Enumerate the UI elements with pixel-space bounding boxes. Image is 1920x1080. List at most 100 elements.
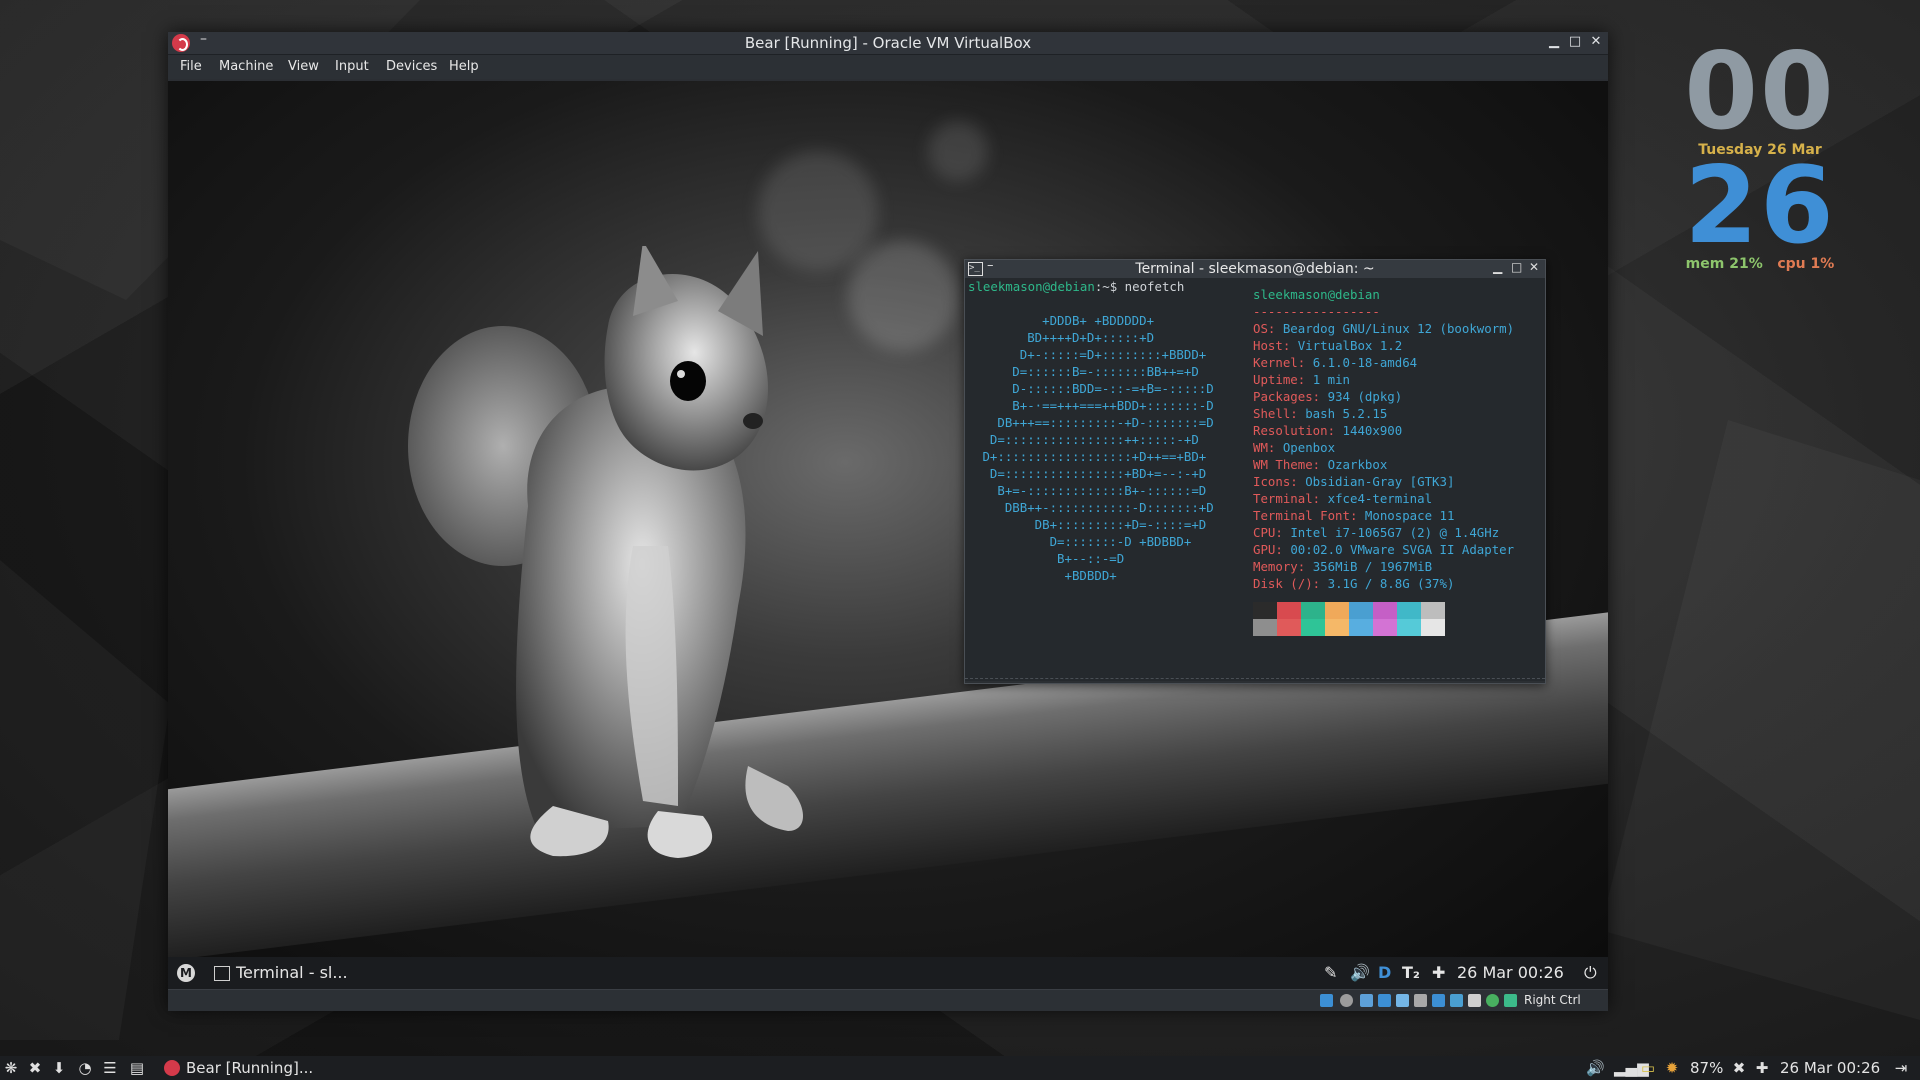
clock-minute: 26 xyxy=(1684,144,1836,267)
info-key: OS: xyxy=(1253,321,1283,336)
info-line: CPU: Intel i7-1065G7 (2) @ 1.4GHz xyxy=(1253,524,1514,541)
pen-icon[interactable]: ✎ xyxy=(1324,963,1337,982)
info-key: Terminal Font: xyxy=(1253,508,1365,523)
recording-icon[interactable] xyxy=(1450,994,1463,1007)
neofetch-user-host: sleekmason@debian xyxy=(1253,287,1380,302)
menu-devices[interactable]: Devices xyxy=(386,59,437,74)
minimize-button[interactable]: ▁ xyxy=(1546,34,1562,50)
menu-help[interactable]: Help xyxy=(449,59,479,74)
shared-folders-icon[interactable] xyxy=(1414,994,1427,1007)
mouse-integration-icon[interactable] xyxy=(1468,994,1481,1007)
logout-icon[interactable]: ⇥ xyxy=(1893,1060,1909,1076)
hard-disk-icon[interactable] xyxy=(1320,994,1333,1007)
paw-menu-icon[interactable]: ❋ xyxy=(3,1060,19,1076)
dropbox-icon[interactable]: D xyxy=(1378,963,1391,982)
palette-swatch xyxy=(1421,619,1445,636)
logo-line: DBB++-:::::::::::-D:::::::+D xyxy=(975,500,1214,515)
palette-swatch xyxy=(1421,602,1445,619)
wallpaper-shard xyxy=(0,560,170,1040)
virtualbox-window: – Bear [Running] - Oracle VM VirtualBox … xyxy=(168,31,1608,1011)
info-line: Shell: bash 5.2.15 xyxy=(1253,405,1514,422)
maximize-button[interactable]: □ xyxy=(1567,34,1583,50)
bokeh-light xyxy=(928,121,988,181)
logo-line: D=::::::B=-:::::::BB++=+D xyxy=(975,364,1199,379)
logo-line: D+-:::::=D+::::::::+BBDD+ xyxy=(975,347,1207,362)
info-value: Ozarkbox xyxy=(1327,457,1388,472)
info-key: Shell: xyxy=(1253,406,1306,421)
neofetch-info: OS: Beardog GNU/Linux 12 (bookworm) Host:… xyxy=(1253,320,1514,592)
terminal-titlebar[interactable]: >_ – Terminal - sleekmason@debian: ~ ▁ □… xyxy=(965,258,1545,278)
info-value: Beardog GNU/Linux 12 (bookworm) xyxy=(1282,321,1515,336)
palette-swatch xyxy=(1301,619,1325,636)
window-title: Bear [Running] - Oracle VM VirtualBox xyxy=(744,34,1032,52)
audio-icon[interactable] xyxy=(1360,994,1373,1007)
palette-swatch xyxy=(1349,619,1373,636)
cpu-label: cpu xyxy=(1777,256,1806,272)
tools-tray-icon[interactable]: ✖ xyxy=(1731,1060,1747,1076)
close-button[interactable]: ✕ xyxy=(1588,34,1604,50)
info-key: Uptime: xyxy=(1253,372,1313,387)
virtualization-icon[interactable] xyxy=(1486,994,1499,1007)
terminal-task-icon xyxy=(214,966,230,981)
palette-swatch xyxy=(1277,602,1301,619)
host-clock[interactable]: 26 Mar 00:26 xyxy=(1780,1059,1880,1077)
add-icon[interactable]: ✚ xyxy=(1432,963,1445,982)
terminal-border xyxy=(965,678,1545,679)
info-value: 3.1G / 8.8G (37%) xyxy=(1327,576,1455,591)
taskbar-item-bear[interactable]: Bear [Running]... xyxy=(186,1059,313,1077)
add-icon[interactable]: ✚ xyxy=(1754,1060,1770,1076)
minimize-button[interactable]: ▁ xyxy=(1493,260,1502,274)
usb-icon[interactable] xyxy=(1396,994,1409,1007)
info-key: GPU: xyxy=(1253,542,1291,557)
guest-clock[interactable]: 26 Mar 00:26 xyxy=(1457,963,1564,982)
logo-line: BD++++D+D+:::::+D xyxy=(975,330,1155,345)
conky-widget: 00 Tuesday 26 Mar 26 mem 21% cpu 1% xyxy=(1680,39,1840,273)
neofetch-separator: ----------------- xyxy=(1253,304,1380,319)
taskbar-item-terminal[interactable]: Terminal - sl... xyxy=(236,963,348,982)
download-icon[interactable]: ⬇ xyxy=(51,1060,67,1076)
browser-icon[interactable]: ◔ xyxy=(77,1060,93,1076)
signal-icon[interactable]: ▂▄▆ xyxy=(1614,1060,1649,1076)
battery-icon[interactable]: ▭ xyxy=(1640,1060,1656,1076)
host-key-icon[interactable] xyxy=(1504,994,1517,1007)
display-icon[interactable] xyxy=(1432,994,1445,1007)
brightness-icon[interactable]: ✹ xyxy=(1664,1060,1680,1076)
text-tool-icon[interactable]: T₂ xyxy=(1402,963,1420,982)
info-line: Uptime: 1 min xyxy=(1253,371,1514,388)
tools-icon[interactable]: ✖ xyxy=(27,1060,43,1076)
menu-view[interactable]: View xyxy=(288,59,319,74)
info-line: WM Theme: Ozarkbox xyxy=(1253,456,1514,473)
menu-file[interactable]: File xyxy=(180,59,202,74)
mem-label: mem xyxy=(1685,256,1725,272)
editor-icon[interactable]: ▤ xyxy=(129,1060,145,1076)
logo-line: B+-·==+++===++BDD+:::::::-D xyxy=(975,398,1214,413)
menu-input[interactable]: Input xyxy=(335,59,369,74)
info-key: Disk (/): xyxy=(1253,576,1328,591)
volume-icon[interactable]: 🔊 xyxy=(1350,963,1370,982)
close-button[interactable]: ✕ xyxy=(1529,260,1539,274)
info-line: Kernel: 6.1.0-18-amd64 xyxy=(1253,354,1514,371)
menubar: File Machine View Input Devices Help xyxy=(168,55,1608,79)
info-key: Icons: xyxy=(1253,474,1306,489)
terminal-window: >_ – Terminal - sleekmason@debian: ~ ▁ □… xyxy=(964,258,1546,684)
info-key: CPU: xyxy=(1253,525,1291,540)
terminal-output[interactable]: sleekmason@debian:~$ neofetch +DDDB+ +BD… xyxy=(965,278,1545,681)
command-prompt: sleekmason@debian:~$ neofetch xyxy=(968,279,1185,294)
terminal-title: Terminal - sleekmason@debian: ~ xyxy=(1135,261,1375,277)
logo-line: DB+++==:::::::::-+D-:::::::=D xyxy=(975,415,1214,430)
files-icon[interactable]: ☰ xyxy=(102,1060,118,1076)
menu-machine[interactable]: Machine xyxy=(219,59,273,74)
power-icon[interactable]: ⏻ xyxy=(1584,963,1597,983)
palette-swatch xyxy=(1325,602,1349,619)
menu-launcher-icon[interactable]: M xyxy=(177,964,195,982)
maximize-button[interactable]: □ xyxy=(1511,260,1522,274)
info-key: Host: xyxy=(1253,338,1298,353)
guest-screen[interactable]: >_ – Terminal - sleekmason@debian: ~ ▁ □… xyxy=(168,81,1608,989)
logo-line: D=:::::::-D +BDBBD+ xyxy=(975,534,1192,549)
window-titlebar[interactable]: – Bear [Running] - Oracle VM VirtualBox … xyxy=(168,31,1608,55)
palette-swatch xyxy=(1325,619,1349,636)
volume-icon[interactable]: 🔊 xyxy=(1586,1060,1605,1076)
network-icon[interactable] xyxy=(1378,994,1391,1007)
optical-drive-icon[interactable] xyxy=(1340,994,1353,1007)
palette-swatch xyxy=(1277,619,1301,636)
